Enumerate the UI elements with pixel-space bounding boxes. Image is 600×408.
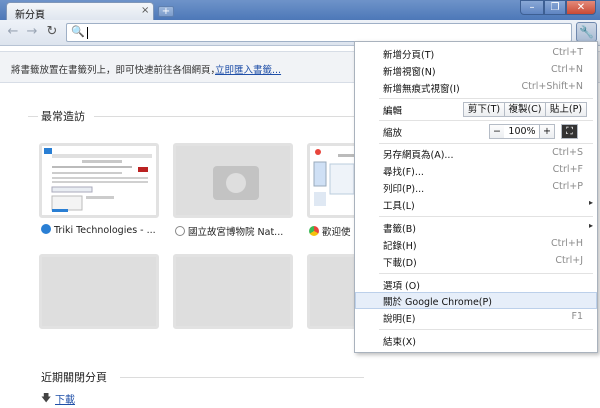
- favicon-icon: [41, 224, 51, 234]
- section-divider: [28, 116, 38, 117]
- menu-separator: [379, 143, 593, 144]
- cut-button[interactable]: 剪下(T): [463, 102, 505, 117]
- minimize-button[interactable]: –: [520, 0, 544, 15]
- menu-item-options[interactable]: 選項 (O): [355, 276, 597, 293]
- bookmarks-notice-text: 將書籤放置在書籤列上，即可快速前往各個網頁，: [11, 65, 221, 76]
- close-window-button[interactable]: ✕: [566, 0, 596, 15]
- tab-new-tab[interactable]: 新分頁 ×: [6, 2, 154, 21]
- thumbnail-label[interactable]: 國立故宮博物院 Nat...: [175, 224, 303, 238]
- menu-item-edit: 編輯 剪下(T) 複製(C) 貼上(P): [355, 101, 597, 118]
- most-visited-title: 最常造訪: [41, 110, 85, 123]
- menu-item-print[interactable]: 列印(P)... Ctrl+P: [355, 179, 597, 196]
- thumbnail-tile-empty[interactable]: [173, 254, 293, 329]
- address-bar[interactable]: 🔍: [66, 23, 572, 42]
- maximize-button[interactable]: ❐: [544, 0, 566, 15]
- zoom-level-value: 100%: [504, 124, 540, 139]
- new-tab-button[interactable]: +: [158, 6, 174, 17]
- back-icon[interactable]: ←: [5, 24, 21, 40]
- submenu-arrow-icon: ▸: [588, 198, 593, 207]
- menu-item-new-window[interactable]: 新增視窗(N) Ctrl+N: [355, 62, 597, 79]
- thumbnail-label[interactable]: Triki Technologies - ...: [41, 224, 169, 236]
- wrench-dropdown-menu: 新增分頁(T) Ctrl+T 新增視窗(N) Ctrl+N 新增無痕式視窗(I)…: [354, 41, 598, 353]
- menu-separator: [379, 120, 593, 121]
- section-divider: [120, 377, 364, 378]
- favicon-icon: [309, 226, 319, 236]
- recently-closed-title: 近期關閉分頁: [41, 371, 107, 384]
- fullscreen-icon[interactable]: ⛶: [561, 124, 578, 139]
- import-bookmarks-link[interactable]: 立即匯入書籤...: [215, 62, 281, 76]
- menu-item-about-chrome[interactable]: 關於 Google Chrome(P): [355, 292, 597, 309]
- menu-item-save-as[interactable]: 另存網頁為(A)... Ctrl+S: [355, 145, 597, 162]
- page-thumbnail-image: [310, 146, 356, 215]
- menu-item-exit[interactable]: 結束(X): [355, 332, 597, 349]
- thumbnail-tile-empty[interactable]: [39, 254, 159, 329]
- submenu-arrow-icon: ▸: [588, 221, 593, 230]
- menu-item-downloads[interactable]: 下載(D) Ctrl+J: [355, 253, 597, 270]
- thumbnail-tile-empty[interactable]: [173, 143, 293, 218]
- menu-item-help[interactable]: 說明(E) F1: [355, 309, 597, 326]
- camera-placeholder-icon: [213, 166, 259, 200]
- thumbnail-tile[interactable]: [39, 143, 159, 218]
- menu-item-find[interactable]: 尋找(F)... Ctrl+F: [355, 162, 597, 179]
- tab-close-icon[interactable]: ×: [141, 5, 149, 16]
- favicon-icon: [175, 226, 185, 236]
- menu-item-new-tab[interactable]: 新增分頁(T) Ctrl+T: [355, 45, 597, 62]
- menu-item-zoom: 縮放 − 100% + ⛶: [355, 123, 597, 140]
- page-thumbnail-image: [42, 146, 156, 215]
- tab-title: 新分頁: [15, 10, 45, 21]
- menu-item-tools[interactable]: 工具(L) ▸: [355, 196, 597, 213]
- text-caret: [87, 27, 88, 39]
- recently-closed-downloads-link[interactable]: 下載: [55, 391, 75, 406]
- paste-button[interactable]: 貼上(P): [545, 102, 587, 117]
- menu-item-bookmarks[interactable]: 書籤(B) ▸: [355, 219, 597, 236]
- reload-icon[interactable]: ↻: [44, 24, 60, 40]
- zoom-out-button[interactable]: −: [489, 124, 505, 139]
- menu-separator: [379, 98, 593, 99]
- zoom-in-button[interactable]: +: [539, 124, 555, 139]
- wrench-menu-button[interactable]: 🔧: [576, 22, 597, 42]
- thumbnail-label[interactable]: 歡迎使: [309, 224, 355, 238]
- copy-button[interactable]: 複製(C): [504, 102, 546, 117]
- menu-item-incognito[interactable]: 新增無痕式視窗(I) Ctrl+Shift+N: [355, 79, 597, 96]
- search-icon: 🔍: [71, 25, 85, 38]
- section-divider: [94, 116, 364, 117]
- menu-item-history[interactable]: 記錄(H) Ctrl+H: [355, 236, 597, 253]
- forward-icon[interactable]: →: [24, 24, 40, 40]
- menu-separator: [379, 273, 593, 274]
- download-arrow-icon: 🡇: [41, 393, 52, 404]
- menu-separator: [379, 216, 593, 217]
- menu-separator: [379, 329, 593, 330]
